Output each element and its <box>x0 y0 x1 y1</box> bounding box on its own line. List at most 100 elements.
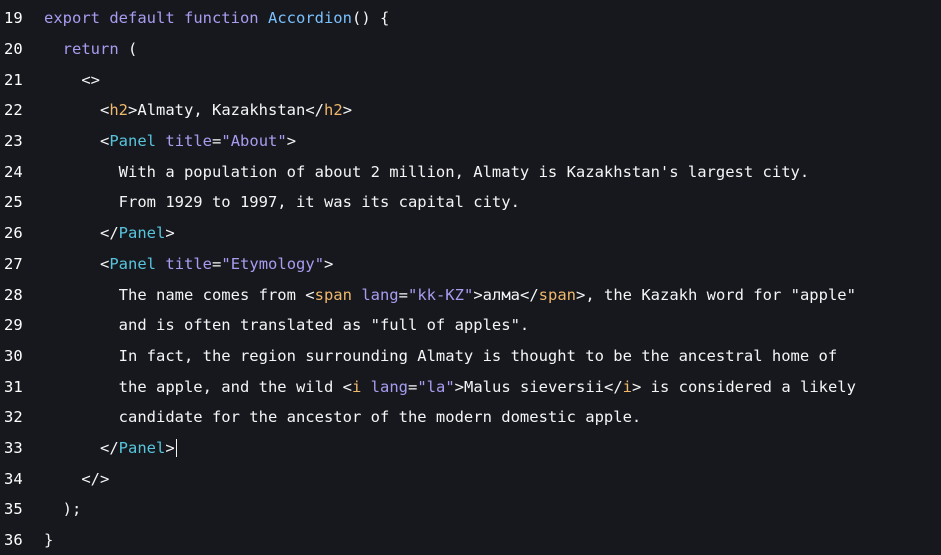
line-code: </Panel> <box>44 224 941 242</box>
line-number: 24 <box>4 162 23 181</box>
code-token: </> <box>81 469 110 488</box>
code-token: Panel <box>118 224 166 243</box>
code-token: span <box>538 285 576 304</box>
code-token: > <box>286 132 297 151</box>
code-token: > <box>342 101 353 120</box>
code-line[interactable]: 27 <Panel title="Etymology"> <box>0 249 941 280</box>
line-code: ); <box>44 500 941 518</box>
line-code: candidate for the ancestor of the modern… <box>44 408 941 426</box>
line-code: </> <box>44 470 941 488</box>
code-token: candidate for the ancestor of the modern… <box>118 408 642 427</box>
code-line[interactable]: 34 </> <box>0 463 941 494</box>
code-token: < <box>100 132 110 151</box>
code-line[interactable]: 26 </Panel> <box>0 218 941 249</box>
code-token: > <box>128 101 138 120</box>
code-editor[interactable]: 19 export default function Accordion() {2… <box>0 0 941 549</box>
code-token: From 1929 to 1997, it was its capital ci… <box>118 193 520 212</box>
line-number: 27 <box>4 254 23 273</box>
code-line[interactable]: 21 <> <box>0 64 941 95</box>
code-token: = <box>212 254 222 273</box>
line-code: and is often translated as "full of appl… <box>44 316 941 334</box>
code-token: = <box>212 132 222 151</box>
code-token: "Etymology" <box>221 254 325 273</box>
code-token: > <box>575 285 586 304</box>
line-number: 28 <box>4 285 23 304</box>
code-line[interactable]: 22 <h2>Almaty, Kazakhstan</h2> <box>0 95 941 126</box>
code-token: </ <box>519 285 539 304</box>
line-code: the apple, and the wild <i lang="la">Mal… <box>44 378 941 396</box>
code-line[interactable]: 35 ); <box>0 494 941 525</box>
code-line[interactable]: 36} <box>0 525 941 555</box>
code-token: and is often translated as "full of appl… <box>118 316 530 335</box>
line-code: <Panel title="About"> <box>44 132 941 150</box>
code-line[interactable]: 33 </Panel> <box>0 433 941 464</box>
code-token: is considered a likely <box>641 377 856 396</box>
code-line[interactable]: 19 export default function Accordion() { <box>0 3 941 34</box>
line-number: 20 <box>4 40 23 59</box>
code-token: > <box>165 224 175 243</box>
code-line[interactable]: 24 With a population of about 2 million,… <box>0 156 941 187</box>
code-token: the apple, and the wild <box>118 377 343 396</box>
code-token: The name comes from <box>118 285 306 304</box>
code-token: > <box>324 254 334 273</box>
code-token: title <box>165 132 213 151</box>
code-token: default <box>109 9 184 28</box>
code-line[interactable]: 29 and is often translated as "full of a… <box>0 310 941 341</box>
code-line[interactable]: 20 return ( <box>0 34 941 65</box>
line-code: <Panel title="Etymology"> <box>44 255 941 273</box>
code-token: = <box>398 285 408 304</box>
code-token: <> <box>81 70 100 89</box>
code-token: return <box>62 40 128 59</box>
code-token: "la" <box>417 377 455 396</box>
code-token: < <box>100 101 110 120</box>
line-number: 32 <box>4 408 23 427</box>
line-number: 29 <box>4 316 23 335</box>
code-line[interactable]: 32 candidate for the ancestor of the mod… <box>0 402 941 433</box>
line-number: 34 <box>4 469 23 488</box>
code-token: In fact, the region surrounding Almaty i… <box>118 346 838 365</box>
code-line[interactable]: 28 The name comes from <span lang="kk-KZ… <box>0 279 941 310</box>
code-token: < <box>305 285 315 304</box>
line-code: </Panel> <box>44 439 941 458</box>
line-code: In fact, the region surrounding Almaty i… <box>44 347 941 365</box>
code-token: lang <box>361 285 399 304</box>
code-token: title <box>165 254 213 273</box>
code-token: Panel <box>118 438 166 457</box>
code-token: = <box>407 377 418 396</box>
line-number: 31 <box>4 377 23 396</box>
line-code: With a population of about 2 million, Al… <box>44 163 941 181</box>
code-token: h2 <box>324 101 343 120</box>
code-token: With a population of about 2 million, Al… <box>118 162 810 181</box>
code-token: > <box>473 285 483 304</box>
code-token: > <box>632 377 642 396</box>
line-number: 19 <box>4 9 23 28</box>
code-token: i <box>622 377 632 396</box>
code-line[interactable]: 25 From 1929 to 1997, it was its capital… <box>0 187 941 218</box>
code-token: () { <box>351 9 390 28</box>
code-token: h2 <box>109 101 129 120</box>
code-token: Panel <box>109 254 157 273</box>
code-token: Panel <box>109 132 157 151</box>
line-code: From 1929 to 1997, it was its capital ci… <box>44 193 941 211</box>
code-line[interactable]: 23 <Panel title="About"> <box>0 126 941 157</box>
code-token: function <box>183 9 268 28</box>
code-line[interactable]: 31 the apple, and the wild <i lang="la">… <box>0 371 941 402</box>
code-token: > <box>454 377 464 396</box>
code-token: , the Kazakh word for "apple" <box>585 285 856 304</box>
code-line[interactable]: 30 In fact, the region surrounding Almat… <box>0 341 941 372</box>
